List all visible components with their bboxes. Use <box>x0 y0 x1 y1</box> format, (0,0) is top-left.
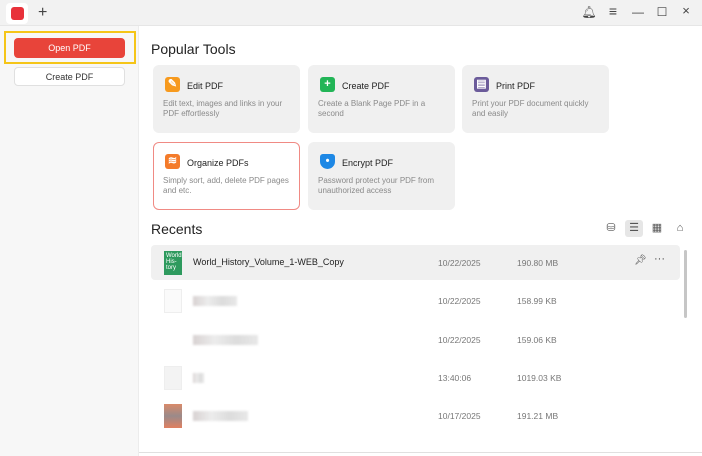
file-name-blurred <box>193 335 258 345</box>
grid-view-icon[interactable]: ▦ <box>648 220 666 237</box>
file-size: 1019.03 KB <box>517 373 562 383</box>
card-desc: Edit text, images and links in your PDF … <box>163 99 283 118</box>
card-desc: Create a Blank Page PDF in a second <box>318 99 426 118</box>
app-logo-tab[interactable] <box>6 3 28 24</box>
tool-card-encrypt-pdf[interactable]: • Encrypt PDF Password protect your PDF … <box>308 142 455 210</box>
bell-icon[interactable]: 🔔︎ <box>581 5 597 19</box>
tool-card-edit-pdf[interactable]: ✎ Edit PDF Edit text, images and links i… <box>153 65 300 133</box>
file-thumbnail <box>164 404 182 428</box>
recent-file-row[interactable]: 10/22/2025 158.99 KB <box>151 283 680 318</box>
edit-icon: ✎ <box>165 77 180 92</box>
minimize-icon[interactable]: — <box>630 5 646 19</box>
card-desc: Password protect your PDF from unauthori… <box>318 176 435 195</box>
tool-card-print-pdf[interactable]: ▤ Print PDF Print your PDF document quic… <box>462 65 609 133</box>
file-name: World_History_Volume_1-WEB_Copy <box>193 257 344 267</box>
plus-icon: + <box>320 77 335 92</box>
printer-icon: ▤ <box>474 77 489 92</box>
file-date: 10/22/2025 <box>438 296 481 306</box>
popular-tools-title: Popular Tools <box>151 41 236 57</box>
file-date: 10/22/2025 <box>438 258 481 268</box>
card-title: Encrypt PDF <box>342 158 394 168</box>
recent-file-row[interactable]: World His-tory World_History_Volume_1-WE… <box>151 245 680 280</box>
title-bar: + 🔔︎ ≡ — ☐ × <box>0 0 702 26</box>
card-title: Print PDF <box>496 81 536 91</box>
file-size: 190.80 MB <box>517 258 559 268</box>
layers-icon: ≋ <box>165 154 180 169</box>
filter-icon[interactable]: ⛁ <box>602 220 620 237</box>
card-title: Organize PDFs <box>187 158 249 168</box>
scrollbar[interactable] <box>684 250 687 318</box>
file-thumbnail: World His-tory <box>164 251 182 275</box>
file-name-blurred <box>193 411 248 421</box>
tool-card-organize-pdfs[interactable]: ≋ Organize PDFs Simply sort, add, delete… <box>153 142 300 210</box>
card-desc: Print your PDF document quickly and easi… <box>472 99 589 118</box>
file-date: 13:40:06 <box>438 373 472 383</box>
more-options-icon[interactable]: ··· <box>654 253 665 265</box>
file-name-blurred <box>193 373 204 383</box>
list-view-icon[interactable]: ☰ <box>625 220 643 237</box>
recent-file-row[interactable]: 13:40:06 1019.03 KB <box>151 360 680 395</box>
pdf-logo-icon <box>11 7 24 20</box>
card-title: Edit PDF <box>187 81 224 91</box>
recent-file-row[interactable]: 10/17/2025 191.21 MB <box>151 398 680 433</box>
divider <box>139 452 702 453</box>
file-size: 159.06 KB <box>517 335 557 345</box>
file-date: 10/17/2025 <box>438 411 481 421</box>
shield-icon: • <box>320 154 335 169</box>
maximize-icon[interactable]: ☐ <box>654 5 670 19</box>
file-size: 158.99 KB <box>517 296 557 306</box>
file-thumbnail <box>164 366 182 390</box>
clean-icon[interactable]: ⌂ <box>671 220 689 237</box>
new-tab-button[interactable]: + <box>38 4 47 22</box>
tool-card-create-pdf[interactable]: + Create PDF Create a Blank Page PDF in … <box>308 65 455 133</box>
close-icon[interactable]: × <box>678 3 694 18</box>
pin-icon[interactable]: 📌︎ <box>634 255 647 266</box>
recent-file-row[interactable]: 10/22/2025 159.06 KB <box>151 322 680 357</box>
card-desc: Simply sort, add, delete PDF pages and e… <box>163 176 289 195</box>
open-pdf-button[interactable]: Open PDF <box>14 38 125 58</box>
file-name-blurred <box>193 296 237 306</box>
file-size: 191.21 MB <box>517 411 559 421</box>
menu-icon[interactable]: ≡ <box>605 3 621 19</box>
file-thumbnail <box>164 289 182 313</box>
sidebar: Open PDF Create PDF <box>0 26 139 456</box>
file-date: 10/22/2025 <box>438 335 481 345</box>
create-pdf-button[interactable]: Create PDF <box>14 67 125 86</box>
recents-title: Recents <box>151 221 203 237</box>
card-title: Create PDF <box>342 81 390 91</box>
